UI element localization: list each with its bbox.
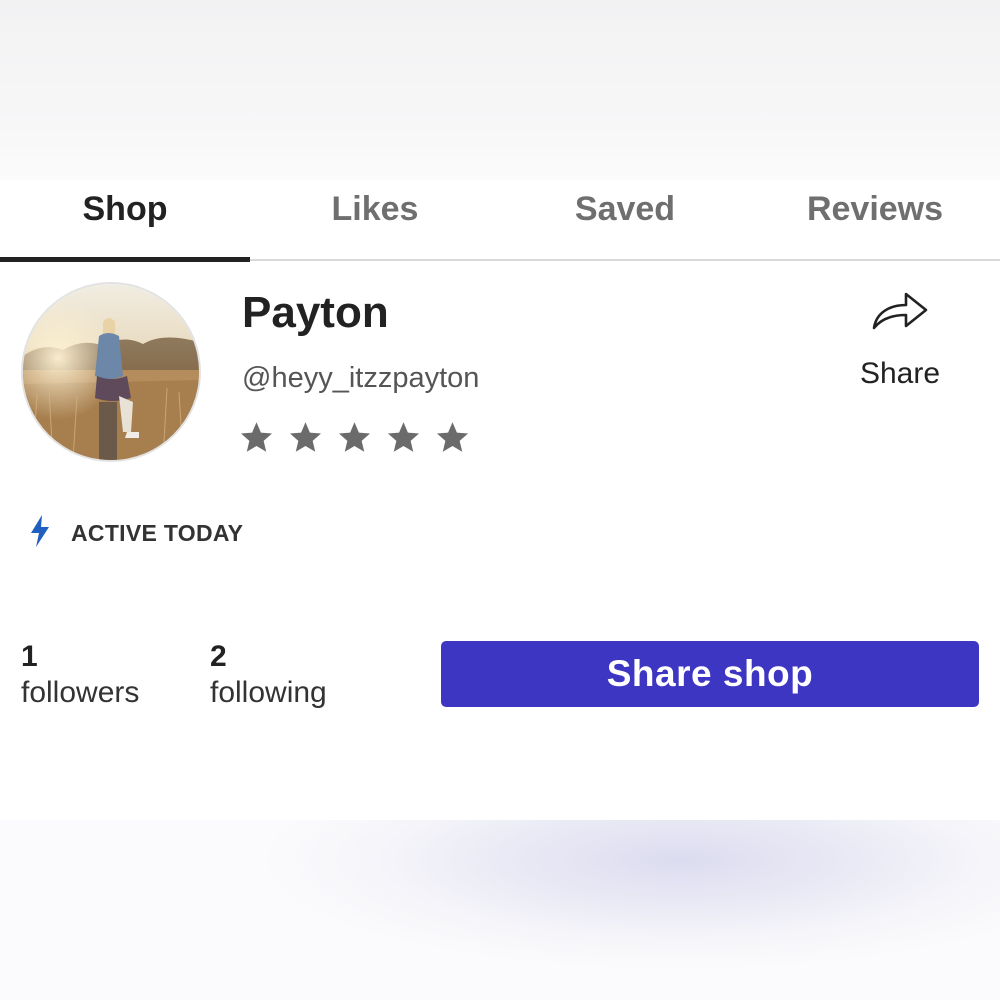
following-label: following [210, 676, 327, 709]
rating-stars [238, 420, 471, 455]
share-arrow-icon [870, 288, 930, 337]
tab-saved[interactable]: Saved [500, 180, 750, 238]
followers-stat[interactable]: 1 followers [21, 640, 139, 710]
page: Shop Likes Saved Reviews Payton @heyy_it… [0, 0, 1000, 1000]
profile-handle: @heyy_itzzpayton [242, 362, 480, 394]
followers-count: 1 [21, 640, 38, 673]
profile-name: Payton [242, 288, 389, 337]
star-icon [287, 420, 324, 455]
tab-reviews[interactable]: Reviews [750, 180, 1000, 238]
share-label: Share [859, 357, 941, 390]
star-icon [238, 420, 275, 455]
following-stat[interactable]: 2 following [210, 640, 327, 710]
tab-shop[interactable]: Shop [0, 180, 250, 238]
tab-likes[interactable]: Likes [250, 180, 500, 238]
lightning-bolt-icon [29, 514, 51, 553]
profile-card: Shop Likes Saved Reviews Payton @heyy_it… [0, 180, 1000, 820]
background-blur-top [0, 0, 1000, 180]
activity-status: ACTIVE TODAY [29, 514, 243, 553]
tab-bar: Shop Likes Saved Reviews [0, 180, 1000, 262]
share-button[interactable]: Share [846, 288, 954, 391]
share-shop-button[interactable]: Share shop [441, 641, 979, 707]
profile-photo [23, 284, 199, 460]
active-tab-indicator [0, 257, 250, 262]
background-blur-bottom [0, 820, 1000, 1000]
activity-label: ACTIVE TODAY [71, 520, 244, 546]
followers-label: followers [21, 676, 140, 709]
avatar[interactable] [21, 282, 201, 462]
star-icon [336, 420, 373, 455]
star-icon [385, 420, 422, 455]
following-count: 2 [210, 640, 227, 673]
star-icon [434, 420, 471, 455]
